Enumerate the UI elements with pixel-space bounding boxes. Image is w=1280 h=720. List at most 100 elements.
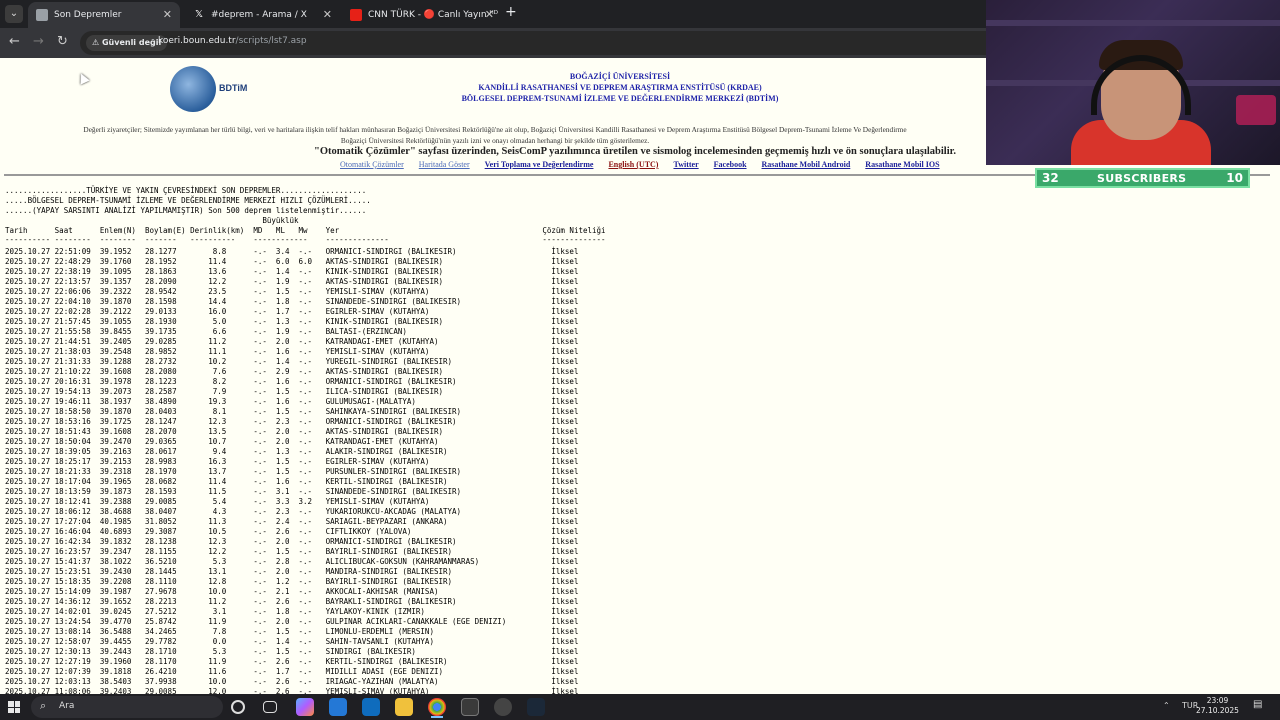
table-row: 2025.10.27 18:53:16 39.1725 28.1247 12.3… xyxy=(5,417,579,426)
table-row: 2025.10.27 12:58:07 39.4455 29.7782 0.0 … xyxy=(5,637,579,646)
table-row: 2025.10.27 18:12:41 39.2388 29.0085 5.4 … xyxy=(5,497,579,506)
table-row: 2025.10.27 21:10:22 39.1608 28.2080 7.6 … xyxy=(5,367,579,376)
tab-search-button[interactable]: ⌄ xyxy=(5,5,23,23)
tray-overflow-icon[interactable]: ⌃ xyxy=(1163,701,1170,710)
file-explorer-icon[interactable] xyxy=(395,698,413,716)
security-label: Güvenli değil xyxy=(101,38,162,47)
earthquake-list: 2025.10.27 22:51:09 39.1952 28.1277 8.8 … xyxy=(5,247,578,694)
steam-icon[interactable] xyxy=(527,698,545,716)
mail-icon[interactable] xyxy=(362,698,380,716)
automatic-solutions-banner: "Otomatik Çözümler" sayfası üzerinden, S… xyxy=(314,146,956,157)
link-haritada-goster[interactable]: Haritada Göster xyxy=(419,160,470,169)
cortana-icon[interactable] xyxy=(231,700,245,714)
subscriber-label: SUBSCRIBERS xyxy=(1097,172,1187,185)
link-twitter[interactable]: Twitter xyxy=(673,160,698,169)
table-row: 2025.10.27 17:27:04 40.1985 31.8052 11.3… xyxy=(5,517,579,526)
table-row: 2025.10.27 14:36:12 39.1652 28.2213 11.2… xyxy=(5,597,579,606)
reload-icon[interactable]: ↻ xyxy=(57,34,68,49)
tab-title: CNN TÜRK - 🔴 Canlı Yayın ᴴᴰ xyxy=(368,10,499,20)
bdtim-logo xyxy=(170,66,216,112)
task-view-icon[interactable] xyxy=(263,701,277,713)
page-icon xyxy=(36,8,48,21)
table-row: 2025.10.27 18:13:59 39.1873 28.1593 11.5… xyxy=(5,487,579,496)
close-icon[interactable]: ✕ xyxy=(163,2,172,28)
table-row: 2025.10.27 12:03:13 38.5403 37.9938 10.0… xyxy=(5,677,579,686)
table-row: 2025.10.27 18:17:04 39.1965 28.0682 11.4… xyxy=(5,477,579,486)
tab-cnn-turk[interactable]: CNN TÜRK - 🔴 Canlı Yayın ᴴᴰ ✕ xyxy=(342,2,502,28)
active-indicator xyxy=(431,716,443,718)
search-icon: ⌕ xyxy=(40,699,47,712)
search-placeholder: Ara xyxy=(59,701,75,711)
list-title-1: ..................TÜRKİYE VE YAKIN ÇEVRE… xyxy=(5,186,367,195)
taskbar-search[interactable]: ⌕ Ara xyxy=(31,696,223,718)
table-row: 2025.10.27 22:06:06 39.2322 28.9542 23.5… xyxy=(5,287,579,296)
obs-icon[interactable] xyxy=(494,698,512,716)
link-otomatik-cozumler[interactable]: Otomatik Çözümler xyxy=(340,160,404,169)
page-links: Otomatik Çözümler Haritada Göster Veri T… xyxy=(340,160,953,169)
table-row: 2025.10.27 18:39:05 39.2163 28.0617 9.4 … xyxy=(5,447,579,456)
table-row: 2025.10.27 21:38:03 39.2548 28.9852 11.1… xyxy=(5,347,579,356)
warning-icon: ⚠ xyxy=(92,38,100,47)
windows-start-icon[interactable] xyxy=(8,701,20,713)
youtube-icon xyxy=(350,8,362,21)
table-row: 2025.10.27 21:31:33 39.1288 28.2732 10.2… xyxy=(5,357,579,366)
table-row: 2025.10.27 12:27:19 39.1960 28.1170 11.9… xyxy=(5,657,579,666)
table-row: 2025.10.27 18:21:33 39.2318 28.1970 13.7… xyxy=(5,467,579,476)
table-row: 2025.10.27 18:06:12 38.4688 38.0407 4.3 … xyxy=(5,507,579,516)
table-row: 2025.10.27 19:54:13 39.2073 28.2587 7.9 … xyxy=(5,387,579,396)
table-row: 2025.10.27 16:46:04 40.6893 29.3087 10.5… xyxy=(5,527,579,536)
table-row: 2025.10.27 12:30:13 39.2443 28.1710 5.3 … xyxy=(5,647,579,656)
app-icon[interactable] xyxy=(461,698,479,716)
tab-deprem-x[interactable]: 𝕏 #deprem - Arama / X ✕ xyxy=(185,2,340,28)
table-row: 2025.10.27 16:42:34 39.1832 28.1238 12.3… xyxy=(5,537,579,546)
header-center: BÖLGESEL DEPREM-TSUNAMİ İZLEME VE DEĞERL… xyxy=(461,94,779,103)
x-logo-icon: 𝕏 xyxy=(194,8,204,20)
tab-title: #deprem - Arama / X xyxy=(211,10,307,20)
clock-time: 23:09 xyxy=(1206,696,1229,705)
table-row: 2025.10.27 15:23:51 39.2430 28.1445 13.1… xyxy=(5,567,579,576)
screen: ⌄ Son Depremler ✕ 𝕏 #deprem - Arama / X ✕… xyxy=(0,0,1280,720)
table-row: 2025.10.27 18:50:04 39.2470 29.0365 10.7… xyxy=(5,437,579,446)
link-mobile-android[interactable]: Rasathane Mobil Android xyxy=(762,160,851,169)
neon-sign xyxy=(1236,95,1276,125)
table-row: 2025.10.27 15:14:09 39.1987 27.9678 10.0… xyxy=(5,587,579,596)
new-tab-button[interactable]: + xyxy=(505,4,517,20)
forward-icon[interactable]: → xyxy=(33,34,44,49)
link-facebook[interactable]: Facebook xyxy=(714,160,747,169)
link-mobile-ios[interactable]: Rasathane Mobil IOS xyxy=(865,160,939,169)
table-row: 2025.10.27 22:02:28 39.2122 29.0133 16.0… xyxy=(5,307,579,316)
chrome-icon[interactable] xyxy=(428,698,446,716)
table-row: 2025.10.27 22:38:19 39.1095 28.1863 13.6… xyxy=(5,267,579,276)
table-row: 2025.10.27 14:02:01 39.0245 27.5212 3.1 … xyxy=(5,607,579,616)
table-row: 2025.10.27 21:57:45 39.1055 28.1930 5.0 … xyxy=(5,317,579,326)
url-host: koeri.boun.edu.tr xyxy=(158,36,236,46)
table-row: 2025.10.27 21:44:51 39.2405 29.0285 11.2… xyxy=(5,337,579,346)
table-row: 2025.10.27 12:07:39 39.1818 26.4210 11.6… xyxy=(5,667,579,676)
tab-son-depremler[interactable]: Son Depremler ✕ xyxy=(28,2,180,28)
close-icon[interactable]: ✕ xyxy=(323,2,332,28)
notification-icon[interactable]: ▤ xyxy=(1253,699,1262,710)
copilot-icon[interactable] xyxy=(296,698,314,716)
copyright-notice-line1: Değerli ziyaretçiler; Sitemizde yayımlan… xyxy=(83,125,907,134)
url-text[interactable]: koeri.boun.edu.tr/scripts/lst7.asp xyxy=(158,36,307,46)
webcam-overlay xyxy=(986,0,1280,165)
system-clock[interactable]: 23:09 27.10.2025 xyxy=(1195,696,1240,716)
table-row: 2025.10.27 22:48:29 39.1760 28.1952 11.4… xyxy=(5,257,579,266)
table-row: 2025.10.27 22:51:09 39.1952 28.1277 8.8 … xyxy=(5,247,579,256)
close-icon[interactable]: ✕ xyxy=(485,2,494,28)
url-path: /scripts/lst7.asp xyxy=(235,36,307,46)
table-row: 2025.10.27 15:41:37 38.1022 36.5210 5.3 … xyxy=(5,557,579,566)
table-row: 2025.10.27 20:16:31 39.1978 28.1223 8.2 … xyxy=(5,377,579,386)
link-english[interactable]: English (UTC) xyxy=(608,160,658,169)
table-row: 2025.10.27 13:24:54 39.4770 25.8742 11.9… xyxy=(5,617,579,626)
app-icon[interactable] xyxy=(329,698,347,716)
table-row: 2025.10.27 15:18:35 39.2208 28.1110 12.8… xyxy=(5,577,579,586)
windows-taskbar: ⌕ Ara ⌃ TUR 23:09 27.10.2025 ▤ xyxy=(0,694,1280,720)
table-row: 2025.10.27 11:08:06 39.2403 29.0085 12.0… xyxy=(5,687,579,694)
link-veri-toplama[interactable]: Veri Toplama ve Değerlendirme xyxy=(485,160,594,169)
list-title-2: .....BÖLGESEL DEPREM-TSUNAMİ İZLEME VE D… xyxy=(5,196,371,205)
table-row: 2025.10.27 16:23:57 39.2347 28.1155 12.2… xyxy=(5,547,579,556)
back-icon[interactable]: ← xyxy=(9,34,20,49)
subscriber-count: 32 xyxy=(1042,171,1059,185)
security-indicator[interactable]: ⚠ Güvenli değil xyxy=(86,35,168,51)
